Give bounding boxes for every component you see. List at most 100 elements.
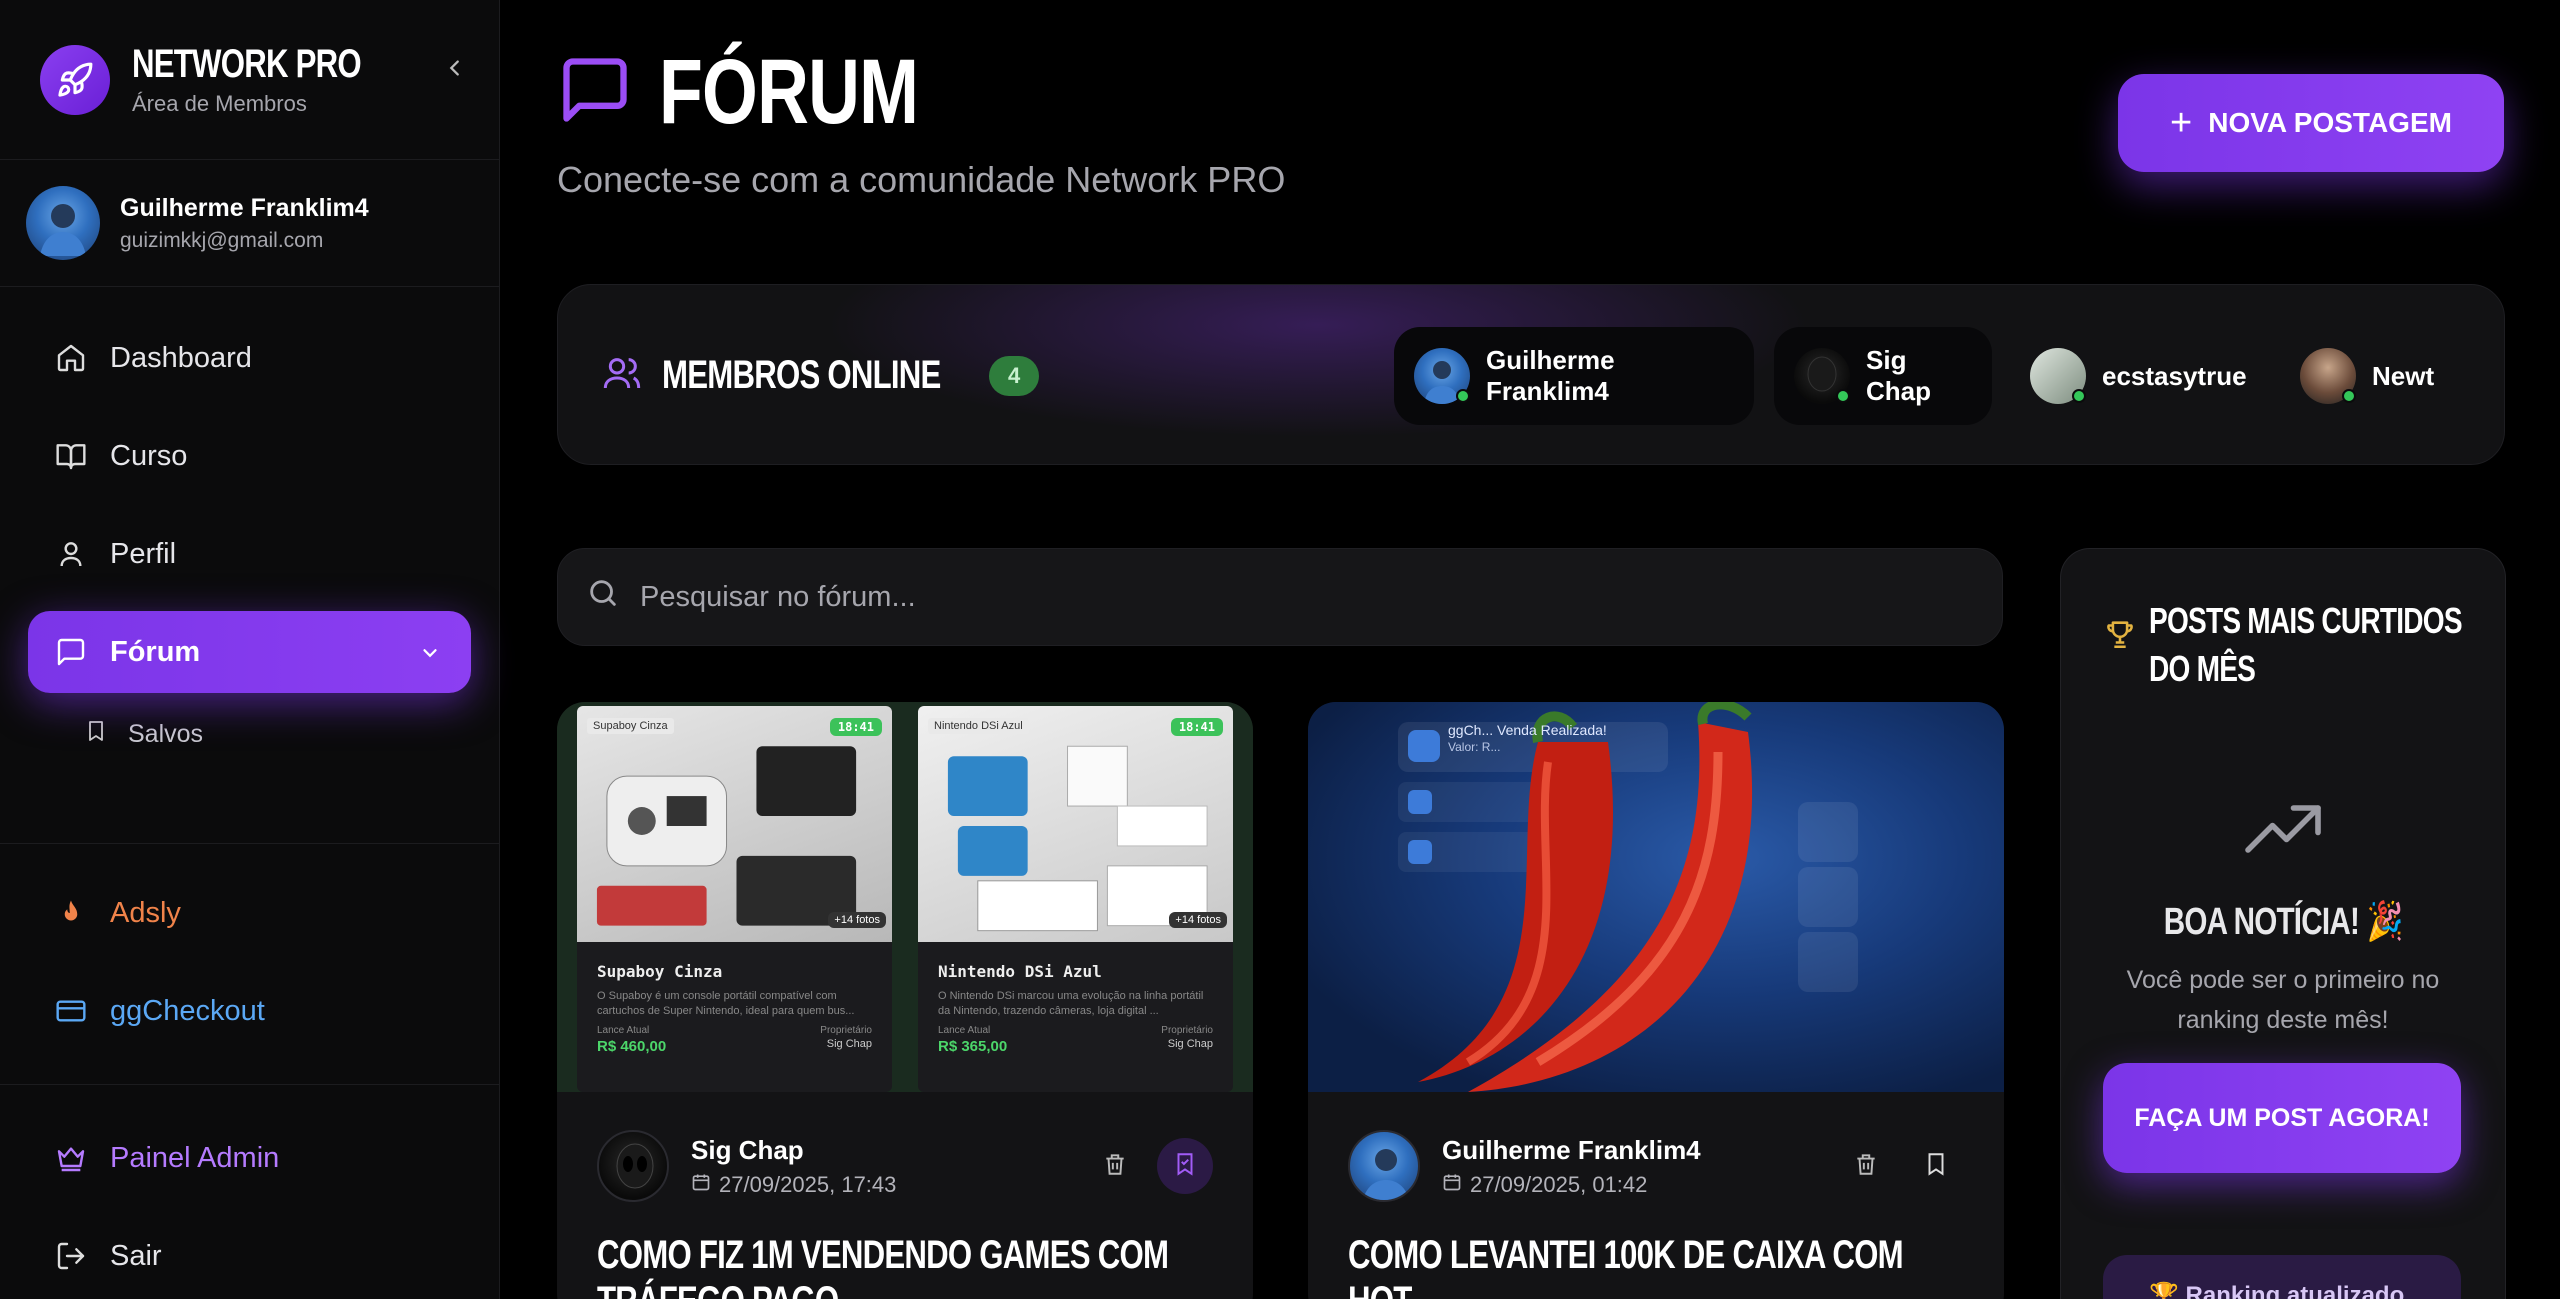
message-square-icon [557, 52, 633, 133]
product-description: O Nintendo DSi marcou uma evolução na li… [938, 990, 1204, 1017]
product-owner: Sig Chap [1167, 1038, 1213, 1050]
post-meta: Sig Chap 27/09/2025, 17:43 [597, 1130, 1213, 1202]
book-icon [54, 439, 88, 473]
post-title[interactable]: COMO FIZ 1M VENDENDO GAMES COM TRÁFEGO P… [597, 1232, 1221, 1299]
nav-item-forum[interactable]: Fórum [28, 611, 471, 693]
user-email: guizimkkj@gmail.com [120, 228, 324, 252]
nav-label: Perfil [110, 537, 177, 570]
avatar[interactable] [1348, 1130, 1420, 1202]
ranking-footer: 🏆 Ranking atualizado [2103, 1255, 2461, 1299]
user-name: Guilherme Franklim4 [120, 193, 369, 222]
online-status-dot [1456, 389, 1470, 403]
calendar-icon [1442, 1172, 1462, 1198]
avatar[interactable] [597, 1130, 669, 1202]
post-author[interactable]: Sig Chap [691, 1135, 896, 1166]
delete-post-button[interactable] [1838, 1138, 1894, 1194]
online-member-chip[interactable]: ecstasytrue [2010, 327, 2250, 425]
bookmark-icon [84, 719, 108, 750]
nav-item-ggcheckout[interactable]: ggCheckout [28, 970, 471, 1052]
nav-label: Salvos [128, 719, 204, 748]
save-post-button[interactable] [1157, 1138, 1213, 1194]
chevron-left-icon [449, 60, 459, 76]
collapse-sidebar-button[interactable] [437, 50, 473, 86]
nav-label: Dashboard [110, 341, 252, 374]
good-news-heading: BOA NOTÍCIA! 🎉 [2163, 901, 2404, 943]
nav-item-curso[interactable]: Curso [28, 415, 471, 497]
online-members-panel: MEMBROS ONLINE 4 Guilherme Franklim4 Sig… [557, 284, 2505, 465]
online-status-dot [1836, 389, 1850, 403]
save-post-button[interactable] [1908, 1138, 1964, 1194]
product-tag: Nintendo DSi Azul [928, 718, 1029, 734]
product-price: R$ 365,00 [938, 1038, 1008, 1055]
search-input[interactable]: Pesquisar no fórum... [557, 548, 2003, 646]
main-nav: Dashboard Curso Perfil Fórum Salvos [0, 287, 499, 759]
rocket-icon [40, 44, 110, 115]
bookmark-icon [1172, 1151, 1198, 1182]
post-date: 27/09/2025, 17:43 [719, 1171, 897, 1197]
product-description: O Supaboy é um console portátil compatív… [597, 990, 855, 1017]
delete-post-button[interactable] [1087, 1138, 1143, 1194]
brand-header: NETWORK PRO Área de Membros [0, 0, 499, 160]
more-photos-badge: +14 fotos [828, 912, 886, 928]
create-post-button[interactable]: FAÇA UM POST AGORA! [2103, 1063, 2461, 1173]
more-photos-badge: +14 fotos [1169, 912, 1227, 928]
nav-item-adsly[interactable]: Adsly [28, 872, 471, 954]
product-tag: Supaboy Cinza [587, 718, 674, 734]
product-owner: Sig Chap [826, 1038, 872, 1050]
avatar [26, 186, 100, 260]
online-status-dot [2342, 389, 2356, 403]
online-member-chip[interactable]: Newt [2280, 327, 2470, 425]
nav-label: Sair [110, 1239, 162, 1272]
product-tile: Supaboy Cinza 18:41 +14 fotos Supaboy Ci… [577, 706, 892, 1092]
user-icon [54, 537, 88, 571]
sale-notification-value: Valor: R... [1448, 740, 1501, 754]
trophy-icon [2103, 617, 2137, 656]
new-post-button[interactable]: + NOVA POSTAGEM [2118, 74, 2504, 172]
online-member-chip[interactable]: Guilherme Franklim4 [1394, 327, 1754, 425]
online-member-chip[interactable]: Sig Chap [1774, 327, 1992, 425]
owner-label: Proprietário [820, 1025, 872, 1036]
message-square-icon [54, 635, 88, 669]
price-label: Lance Atual [597, 1025, 650, 1036]
post-image[interactable]: ggCh... Venda Realizada! Valor: R... [1308, 702, 2004, 1092]
nav-label: Curso [110, 439, 188, 472]
page-title: FÓRUM [659, 41, 919, 143]
home-icon [54, 341, 88, 375]
price-label: Lance Atual [938, 1025, 991, 1036]
online-count-badge: 4 [989, 355, 1040, 396]
post-author[interactable]: Guilherme Franklim4 [1442, 1135, 1701, 1166]
page-header: FÓRUM Conecte-se com a comunidade Networ… [557, 40, 1285, 201]
post-title[interactable]: COMO LEVANTEI 100K DE CAIXA COM HOT [1348, 1232, 1972, 1299]
ranking-empty-state: BOA NOTÍCIA! 🎉 Você pode ser o primeiro … [2061, 799, 2505, 1040]
post-image[interactable]: Supaboy Cinza 18:41 +14 fotos Supaboy Ci… [557, 702, 1253, 1092]
nav-item-dashboard[interactable]: Dashboard [28, 317, 471, 399]
owner-label: Proprietário [1161, 1025, 1213, 1036]
nav-item-admin[interactable]: Painel Admin [28, 1117, 471, 1199]
ranking-title: POSTS MAIS CURTIDOS DO MÊS [2149, 600, 2463, 689]
user-profile[interactable]: Guilherme Franklim4 guizimkkj@gmail.com [0, 160, 499, 287]
nav-item-sair[interactable]: Sair [28, 1215, 471, 1297]
product-price: R$ 460,00 [597, 1038, 667, 1055]
auction-timer: 18:41 [829, 718, 882, 736]
nav-item-perfil[interactable]: Perfil [28, 513, 471, 595]
post-card[interactable]: Supaboy Cinza 18:41 +14 fotos Supaboy Ci… [557, 702, 1253, 1299]
trash-icon [1102, 1151, 1128, 1182]
main-content: FÓRUM Conecte-se com a comunidade Networ… [500, 0, 2560, 1299]
sidebar: NETWORK PRO Área de Membros Guilherme Fr… [0, 0, 500, 1299]
member-name: Guilherme Franklim4 [1486, 345, 1615, 406]
member-name: ecstasytrue [2102, 360, 2247, 391]
flame-icon [54, 896, 88, 930]
product-name: Nintendo DSi Azul [938, 962, 1102, 981]
crown-icon [54, 1141, 88, 1175]
nav-subitem-salvos[interactable]: Salvos [0, 709, 499, 759]
plus-icon: + [2170, 101, 2193, 144]
bookmark-icon [1923, 1151, 1949, 1182]
nav-label: ggCheckout [110, 994, 265, 1027]
post-card[interactable]: ggCh... Venda Realizada! Valor: R... Gui… [1308, 702, 2004, 1299]
online-label: MEMBROS ONLINE [662, 353, 941, 397]
online-status-dot [2072, 389, 2086, 403]
brand-subtitle: Área de Membros [132, 91, 307, 116]
search-placeholder: Pesquisar no fórum... [640, 580, 916, 613]
member-name: Sig Chap [1866, 345, 1931, 406]
new-post-label: NOVA POSTAGEM [2208, 107, 2452, 138]
